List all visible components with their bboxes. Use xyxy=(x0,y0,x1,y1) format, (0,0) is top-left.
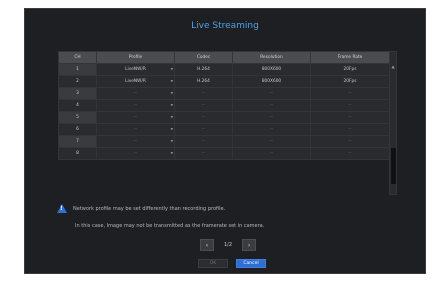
ch-cell: 3 xyxy=(58,87,97,100)
profile-select[interactable]: LiveNW/R ▼ xyxy=(96,75,175,88)
prev-page-button[interactable]: ‹ xyxy=(200,239,214,251)
streaming-table: CH Profile Codec Resolution Frame Rate 1… xyxy=(58,51,390,160)
resolution-cell: -- xyxy=(232,123,311,136)
dropdown-arrow-icon: ▼ xyxy=(170,103,173,107)
resolution-cell: -- xyxy=(232,111,311,124)
note-line-1: Network profile may be set differently t… xyxy=(73,205,226,212)
ch-cell: 4 xyxy=(58,99,97,112)
ch-cell: 1 xyxy=(58,63,97,76)
ok-button[interactable]: OK xyxy=(198,259,228,268)
page-indicator: 1/2 xyxy=(224,242,233,248)
profile-value: LiveNW/R xyxy=(125,79,146,84)
table-row: 5 -- ▼ -- -- -- xyxy=(58,111,390,124)
table-row: 3 -- ▼ -- -- -- xyxy=(58,87,390,100)
ch-cell: 7 xyxy=(58,135,97,148)
scroll-up-icon[interactable]: ▲ xyxy=(390,64,396,69)
warning-icon: ! xyxy=(57,204,67,213)
codec-cell: -- xyxy=(174,135,233,148)
profile-value: -- xyxy=(133,115,138,120)
codec-cell: H.264 xyxy=(174,75,233,88)
table-row: 8 -- ▼ -- -- -- xyxy=(58,147,390,160)
resolution-cell: -- xyxy=(232,87,311,100)
profile-select[interactable]: -- ▼ xyxy=(96,87,175,100)
network-profile-note: ! Network profile may be set differently… xyxy=(57,204,225,213)
column-header-codec: Codec xyxy=(174,51,233,64)
scrollbar-thumb[interactable] xyxy=(391,148,396,184)
note-line-2: In this case, Image may not be transmitt… xyxy=(75,223,265,229)
codec-cell: -- xyxy=(174,123,233,136)
table-row: 1 LiveNW/R ▼ H.264 800X600 20Fps xyxy=(58,63,390,76)
profile-value: -- xyxy=(133,139,138,144)
dropdown-arrow-icon: ▼ xyxy=(170,115,173,119)
ch-cell: 2 xyxy=(58,75,97,88)
ch-cell: 5 xyxy=(58,111,97,124)
profile-select[interactable]: -- ▼ xyxy=(96,111,175,124)
table-row: 6 -- ▼ -- -- -- xyxy=(58,123,390,136)
codec-cell: -- xyxy=(174,87,233,100)
resolution-cell: 800X600 xyxy=(232,75,311,88)
cancel-button[interactable]: Cancel xyxy=(236,259,266,268)
profile-value: -- xyxy=(133,91,138,96)
frame-rate-cell: -- xyxy=(310,123,390,136)
frame-rate-cell: -- xyxy=(310,147,390,160)
profile-select[interactable]: -- ▼ xyxy=(96,135,175,148)
profile-select[interactable]: -- ▼ xyxy=(96,123,175,136)
dropdown-arrow-icon: ▼ xyxy=(170,151,173,155)
ch-cell: 8 xyxy=(58,147,97,160)
dropdown-arrow-icon: ▼ xyxy=(170,127,173,131)
profile-value: -- xyxy=(133,127,138,132)
profile-select[interactable]: -- ▼ xyxy=(96,147,175,160)
frame-rate-cell: -- xyxy=(310,87,390,100)
table-header: CH Profile Codec Resolution Frame Rate xyxy=(58,51,390,64)
column-header-frame-rate: Frame Rate xyxy=(310,51,390,64)
table-row: 7 -- ▼ -- -- -- xyxy=(58,135,390,148)
resolution-cell: -- xyxy=(232,147,311,160)
frame-rate-cell: 20Fps xyxy=(310,63,390,76)
dropdown-arrow-icon: ▼ xyxy=(170,139,173,143)
dialog-title: Live Streaming xyxy=(191,21,259,31)
resolution-cell: -- xyxy=(232,135,311,148)
table-scrollbar[interactable]: ▲ xyxy=(389,51,397,195)
dialog-actions: OK Cancel xyxy=(198,259,266,268)
table-row: 4 -- ▼ -- -- -- xyxy=(58,99,390,112)
column-header-resolution: Resolution xyxy=(232,51,311,64)
codec-cell: -- xyxy=(174,147,233,160)
resolution-cell: -- xyxy=(232,99,311,112)
frame-rate-cell: -- xyxy=(310,99,390,112)
column-header-profile: Profile xyxy=(96,51,175,64)
profile-value: -- xyxy=(133,151,138,156)
frame-rate-cell: 20Fps xyxy=(310,75,390,88)
profile-select[interactable]: -- ▼ xyxy=(96,99,175,112)
profile-value: LiveNW/R xyxy=(125,67,146,72)
live-streaming-dialog: Live Streaming CH Profile Codec Resoluti… xyxy=(24,8,426,274)
codec-cell: H.264 xyxy=(174,63,233,76)
dropdown-arrow-icon: ▼ xyxy=(170,79,173,83)
ch-cell: 6 xyxy=(58,123,97,136)
profile-value: -- xyxy=(133,103,138,108)
pagination: ‹ 1/2 › xyxy=(200,239,257,251)
codec-cell: -- xyxy=(174,99,233,112)
resolution-cell: 800X600 xyxy=(232,63,311,76)
dropdown-arrow-icon: ▼ xyxy=(170,67,173,71)
frame-rate-cell: -- xyxy=(310,135,390,148)
codec-cell: -- xyxy=(174,111,233,124)
profile-select[interactable]: LiveNW/R ▼ xyxy=(96,63,175,76)
column-header-ch: CH xyxy=(58,51,97,64)
table-row: 2 LiveNW/R ▼ H.264 800X600 20Fps xyxy=(58,75,390,88)
frame-rate-cell: -- xyxy=(310,111,390,124)
dropdown-arrow-icon: ▼ xyxy=(170,91,173,95)
next-page-button[interactable]: › xyxy=(242,239,257,251)
